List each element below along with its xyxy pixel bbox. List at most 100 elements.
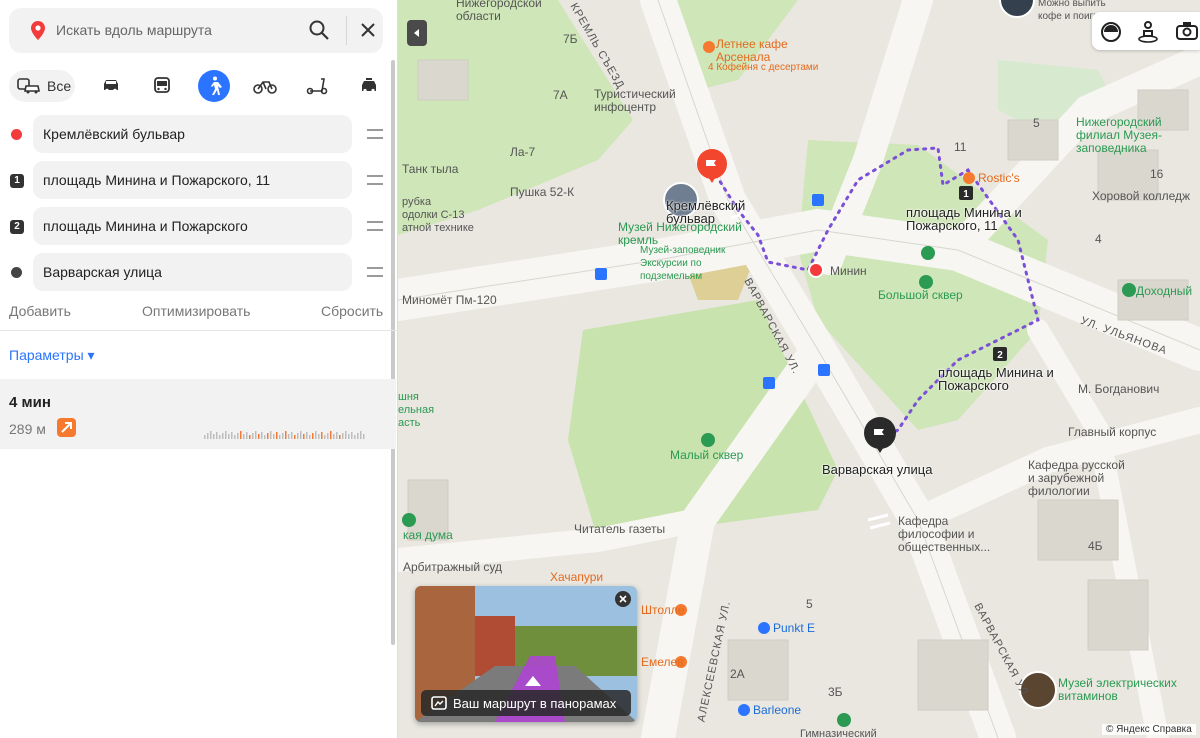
map-label: Штолле xyxy=(641,603,685,617)
elevation-bar xyxy=(240,431,242,439)
elevation-bar xyxy=(261,432,263,439)
map-label: Barleone xyxy=(753,703,802,717)
map-view[interactable]: 1 2 Нижегородской области Летнее кафе Ар… xyxy=(398,0,1200,738)
camera-icon[interactable] xyxy=(1176,21,1198,41)
scooter-icon xyxy=(306,78,328,95)
close-icon[interactable] xyxy=(358,20,378,45)
mode-scooter-button[interactable] xyxy=(301,70,333,102)
search-bar[interactable]: Искать вдоль маршрута xyxy=(9,8,383,53)
app-root: Искать вдоль маршрута Все Кремлёвский бу… xyxy=(0,0,1200,738)
elevation-bar xyxy=(321,432,323,439)
building-number: 2А xyxy=(730,667,745,681)
copyright[interactable]: © Яндекс Справка xyxy=(1102,724,1196,735)
map-label: Музей-заповедник Экскурсии по подземельям xyxy=(640,245,726,282)
bus-icon xyxy=(154,77,170,93)
elevation-bar xyxy=(315,431,317,439)
panorama-icon xyxy=(431,696,447,710)
elevation-bar xyxy=(339,435,341,439)
drag-handle[interactable] xyxy=(367,129,383,139)
route-direction-icon xyxy=(57,418,76,437)
taxi-icon xyxy=(362,78,376,93)
elevation-bar xyxy=(297,433,299,439)
elevation-bar xyxy=(303,434,305,439)
elevation-bar xyxy=(312,433,314,439)
building-number: 16 xyxy=(1150,167,1164,181)
divider xyxy=(0,330,398,331)
mode-all-label: Все xyxy=(47,78,72,94)
search-input[interactable]: Искать вдоль маршрута xyxy=(56,22,212,38)
map-label: Гимназический xyxy=(800,728,877,738)
waypoint-label[interactable]: Варварская улица xyxy=(43,264,162,280)
map-label: Большой сквер xyxy=(878,288,963,302)
elevation-bar xyxy=(360,431,362,439)
elevation-bar xyxy=(282,433,284,439)
bicycle-icon xyxy=(253,81,277,94)
panorama-preview[interactable]: Ваш маршрут в панорамах xyxy=(415,586,637,722)
waypoint-label[interactable]: площадь Минина и Пожарского, 11 xyxy=(43,172,270,188)
elevation-bar xyxy=(237,433,239,439)
transport-modes: Все xyxy=(9,70,389,102)
elevation-bar xyxy=(342,433,344,439)
elevation-bar xyxy=(354,435,356,439)
end-marker xyxy=(11,267,22,278)
layers-icon[interactable] xyxy=(1100,21,1122,43)
mode-car-button[interactable] xyxy=(95,70,127,102)
drag-handle[interactable] xyxy=(367,267,383,277)
map-label: кая дума xyxy=(403,528,453,542)
building-number: 7А xyxy=(553,88,568,102)
all-transport-icon xyxy=(17,78,40,94)
map-label: Кафедра русской и зарубежной филологии xyxy=(1028,458,1125,498)
elevation-bar xyxy=(345,431,347,439)
map-label: 4 Кофейня с десертами xyxy=(708,62,819,73)
elevation-bar xyxy=(228,434,230,439)
map-label: Пушка 52-К xyxy=(510,185,575,199)
drag-handle[interactable] xyxy=(367,175,383,185)
mode-bus-button[interactable] xyxy=(146,70,178,102)
waypoint-number: 2 xyxy=(10,220,24,234)
waypoint-field[interactable]: Варварская улица xyxy=(33,253,352,291)
elevation-bar xyxy=(210,431,212,439)
elevation-bar xyxy=(351,432,353,439)
building-number: 11 xyxy=(954,140,967,154)
elevation-bar xyxy=(258,434,260,439)
waypoint-field[interactable]: площадь Минина и Пожарского, 11 xyxy=(33,161,352,199)
mode-taxi-button[interactable] xyxy=(353,70,385,102)
parameters-link[interactable]: Параметры ▾ xyxy=(9,347,95,364)
map-label: Минин xyxy=(830,264,867,278)
drag-handle[interactable] xyxy=(367,221,383,231)
elevation-bar xyxy=(255,431,257,439)
optimize-button[interactable]: Оптимизировать xyxy=(142,303,250,319)
add-waypoint-button[interactable]: Добавить xyxy=(9,303,71,319)
map-label: Туристический инфоцентр xyxy=(594,87,676,114)
elevation-bar xyxy=(288,434,290,439)
search-icon[interactable] xyxy=(309,20,329,45)
elevation-bar xyxy=(249,435,251,439)
map-label: Читатель газеты xyxy=(574,522,666,536)
map-label: площадь Минина и Пожарского xyxy=(938,365,1054,393)
panorama-caption[interactable]: Ваш маршрут в панорамах xyxy=(421,690,631,716)
waypoint-label[interactable]: площадь Минина и Пожарского xyxy=(43,218,248,234)
search-divider xyxy=(346,16,347,45)
collapse-sidebar-button[interactable] xyxy=(407,20,427,46)
svg-text:1: 1 xyxy=(963,189,969,200)
panorama-person-icon[interactable] xyxy=(1136,20,1160,44)
building-number: 5 xyxy=(1033,116,1040,130)
elevation-bar xyxy=(348,434,350,439)
elevation-bar xyxy=(273,434,275,439)
map-label: шня ельная асть xyxy=(398,391,435,429)
waypoint-field[interactable]: площадь Минина и Пожарского xyxy=(33,207,352,245)
elevation-bar xyxy=(279,435,281,439)
mode-bike-button[interactable] xyxy=(249,70,281,102)
elevation-bar xyxy=(225,431,227,439)
reset-button[interactable]: Сбросить xyxy=(321,303,383,319)
mode-all-button[interactable]: Все xyxy=(9,70,75,102)
elevation-bar xyxy=(267,433,269,439)
sidebar-scrollbar[interactable] xyxy=(391,60,395,645)
map-label: Punkt E xyxy=(773,621,816,635)
route-sidebar: Искать вдоль маршрута Все Кремлёвский бу… xyxy=(0,0,398,738)
elevation-bar xyxy=(363,434,365,439)
close-panorama-button[interactable] xyxy=(615,591,631,607)
waypoint-field[interactable]: Кремлёвский бульвар xyxy=(33,115,352,153)
waypoint-label[interactable]: Кремлёвский бульвар xyxy=(43,126,185,142)
mode-walk-button[interactable] xyxy=(198,70,230,102)
